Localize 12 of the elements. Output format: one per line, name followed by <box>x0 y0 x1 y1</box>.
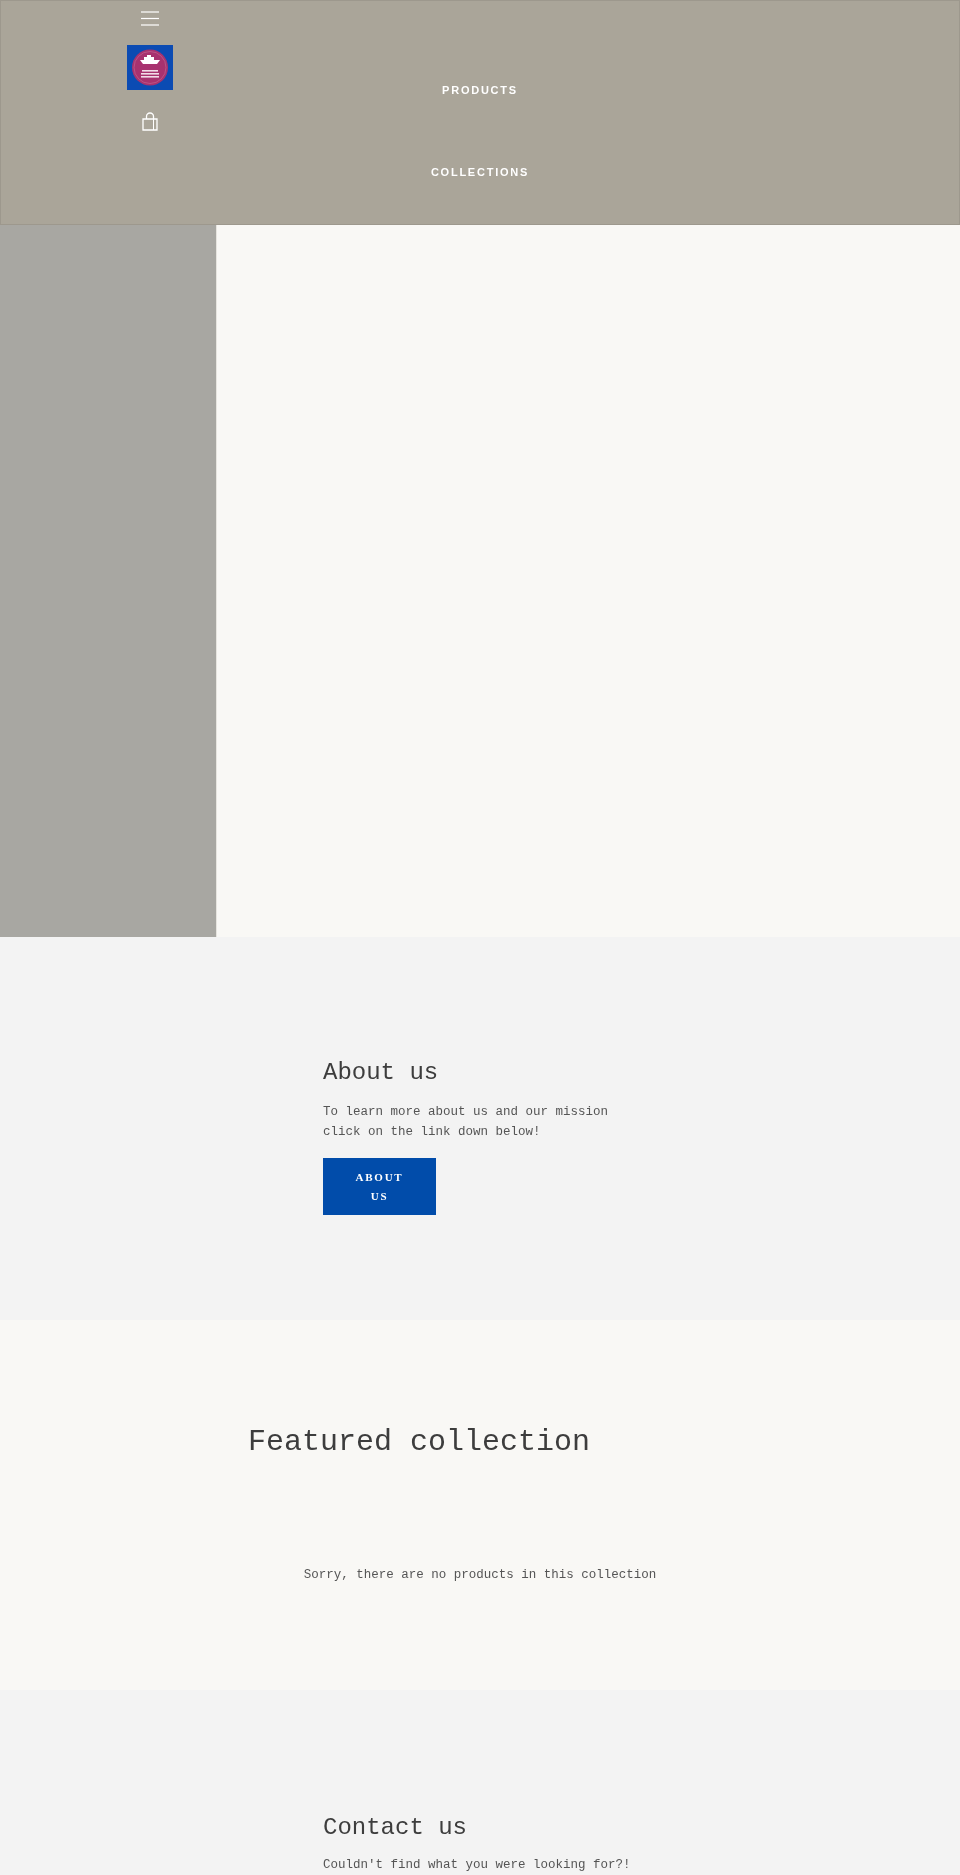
nav-link[interactable]: PRODUCTS <box>442 83 518 97</box>
about-us-button[interactable]: ABOUT US <box>323 1158 436 1215</box>
nav-link[interactable]: COLLECTIONS <box>430 165 530 179</box>
contact-heading: Contact us <box>323 1813 468 1843</box>
menu-icon[interactable] <box>141 11 159 26</box>
contact-text: Couldn't find what you were looking for?! <box>323 1857 631 1874</box>
about-text: To learn more about us and our mission click on the link down below! <box>323 1104 610 1141</box>
featured-heading: Featured collection <box>248 1424 592 1460</box>
shopping-bag-icon[interactable] <box>142 112 158 131</box>
about-heading: About us <box>323 1058 439 1088</box>
ship-logo-icon[interactable] <box>127 45 173 90</box>
empty-collection-message: Sorry, there are no products in this collection <box>302 1567 658 1584</box>
